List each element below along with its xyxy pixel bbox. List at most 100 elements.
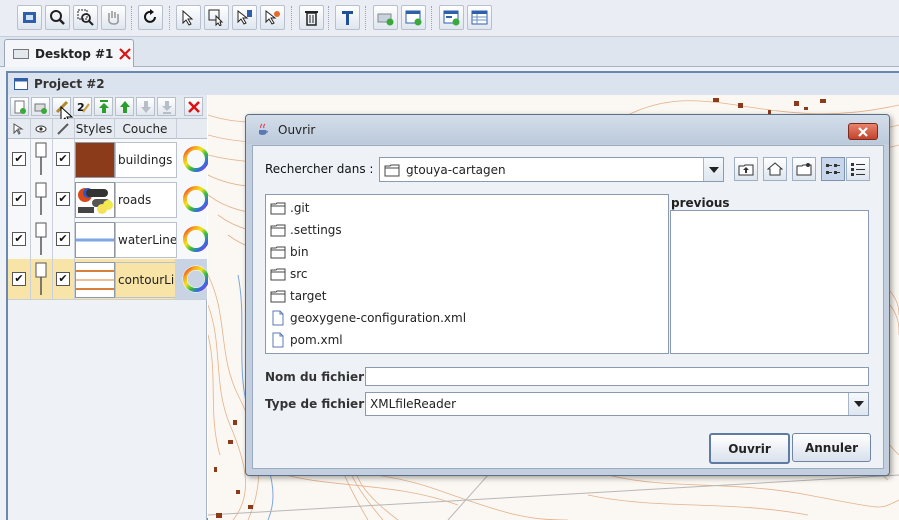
add-window-button[interactable]	[401, 5, 426, 30]
look-in-combobox[interactable]: gtouya-cartagen	[379, 157, 724, 182]
layer-row[interactable]: ✔ ✔ roads	[8, 179, 210, 220]
water-line-style-icon	[76, 238, 114, 242]
remove-layer-button[interactable]	[184, 97, 203, 116]
styles-column-header[interactable]: Styles	[74, 119, 115, 139]
dialog-close-button[interactable]	[848, 123, 878, 140]
selectable-checkbox[interactable]: ✔	[8, 139, 31, 179]
style-preview[interactable]	[75, 262, 115, 298]
list-item-folder[interactable]: src	[270, 264, 308, 284]
rename-button[interactable]: 2	[73, 97, 92, 116]
layer-row[interactable]: ✔ ✔ buildings	[8, 139, 210, 180]
table-icon	[471, 10, 488, 25]
list-item-file[interactable]: geoxygene-configuration.xml	[270, 308, 466, 328]
color-wheel-icon[interactable]	[181, 264, 211, 294]
details-view-button[interactable]	[846, 157, 870, 181]
selectable-checkbox[interactable]: ✔	[8, 179, 31, 219]
visibility-slider[interactable]	[30, 259, 53, 299]
close-icon[interactable]	[119, 47, 132, 60]
select-clear-button[interactable]	[260, 5, 285, 30]
list-item-file[interactable]: pom.xml	[270, 330, 343, 350]
slider-icon	[35, 142, 47, 175]
new-folder-button[interactable]	[792, 157, 816, 181]
up-folder-button[interactable]	[734, 157, 758, 181]
up-folder-icon	[738, 164, 754, 176]
move-up-button[interactable]	[115, 97, 134, 116]
table-button[interactable]	[467, 5, 492, 30]
toolbar-separator	[169, 6, 172, 30]
visibility-slider[interactable]	[30, 219, 53, 259]
measure-button[interactable]	[335, 5, 360, 30]
pan-button[interactable]	[101, 5, 126, 30]
open-button[interactable]: Ouvrir	[709, 433, 790, 464]
slider-icon	[35, 182, 47, 215]
visible-column-header[interactable]	[30, 119, 53, 139]
slider-icon	[35, 222, 47, 255]
file-icon	[272, 310, 284, 326]
move-top-button[interactable]	[94, 97, 113, 116]
tab-desktop-1[interactable]: Desktop #1	[4, 39, 134, 67]
rename-icon: 2	[77, 101, 90, 114]
layer-name[interactable]: contourLir	[115, 262, 177, 298]
layer-row[interactable]: ✔ ✔ waterLine	[8, 219, 210, 260]
toolbar-separator	[131, 6, 134, 30]
arrow-bottom-icon	[161, 100, 172, 114]
new-layer-button[interactable]	[10, 97, 29, 116]
color-wheel-icon[interactable]	[181, 224, 211, 254]
style-preview[interactable]	[75, 182, 115, 218]
file-list[interactable]: .git .settings bin src target geoxygene-…	[265, 194, 669, 354]
refresh-button[interactable]	[138, 5, 163, 30]
layer-name[interactable]: waterLine	[115, 222, 177, 258]
editable-checkbox[interactable]: ✔	[52, 139, 75, 179]
select-info-button[interactable]	[232, 5, 257, 30]
add-layer-button[interactable]	[373, 5, 398, 30]
style-preview[interactable]	[75, 222, 115, 258]
chevron-down-icon	[853, 401, 864, 407]
layer-name[interactable]: buildings	[115, 142, 177, 178]
home-button[interactable]	[763, 157, 787, 181]
color-wheel-icon[interactable]	[181, 144, 211, 174]
select-button[interactable]	[176, 5, 201, 30]
zoom-in-button[interactable]	[45, 5, 70, 30]
list-item-folder[interactable]: .git	[270, 198, 309, 218]
cancel-button[interactable]: Annuler	[792, 433, 871, 462]
filetype-select[interactable]: XMLfileReader	[365, 392, 869, 416]
look-in-value: gtouya-cartagen	[406, 162, 506, 177]
layer-name[interactable]: roads	[115, 182, 177, 218]
move-down-button[interactable]	[136, 97, 155, 116]
visibility-slider[interactable]	[30, 139, 53, 179]
editable-checkbox[interactable]: ✔	[52, 179, 75, 219]
look-in-dropdown-button[interactable]	[703, 158, 723, 181]
select-box-button[interactable]	[204, 5, 229, 30]
load-layer-button[interactable]	[31, 97, 50, 116]
layer-row-selected[interactable]: ✔ ✔ contourLir	[8, 259, 210, 300]
delete-icon	[305, 11, 318, 26]
roads-style-icon	[76, 183, 114, 217]
select-info-icon	[237, 9, 252, 25]
editable-checkbox[interactable]: ✔	[52, 219, 75, 259]
list-item-folder[interactable]: .settings	[270, 220, 342, 240]
filename-input[interactable]	[365, 367, 869, 386]
file-name: src	[290, 267, 308, 281]
zoom-extent-button[interactable]	[17, 5, 42, 30]
chevron-down-icon	[708, 166, 719, 173]
selectable-column-header[interactable]	[8, 119, 31, 139]
delete-button[interactable]	[299, 5, 324, 30]
new-window-button[interactable]	[439, 5, 464, 30]
selectable-checkbox[interactable]: ✔	[8, 219, 31, 259]
color-wheel-icon[interactable]	[181, 184, 211, 214]
dialog-titlebar[interactable]: Ouvrir	[246, 115, 889, 144]
filetype-dropdown-button[interactable]	[848, 393, 868, 415]
visibility-slider[interactable]	[30, 179, 53, 219]
project-titlebar[interactable]: Project #2	[8, 73, 899, 95]
list-item-folder[interactable]: bin	[270, 242, 309, 262]
move-bottom-button[interactable]	[157, 97, 176, 116]
selectable-checkbox[interactable]: ✔	[8, 259, 31, 299]
editable-column-header[interactable]	[52, 119, 75, 139]
list-item-folder[interactable]: target	[270, 286, 327, 306]
list-view-button[interactable]	[821, 157, 845, 181]
zoom-box-button[interactable]	[73, 5, 98, 30]
contour-line-style-icon	[76, 270, 114, 290]
editable-checkbox[interactable]: ✔	[52, 259, 75, 299]
style-preview[interactable]	[75, 142, 115, 178]
layer-column-header[interactable]: Couche	[114, 119, 177, 139]
